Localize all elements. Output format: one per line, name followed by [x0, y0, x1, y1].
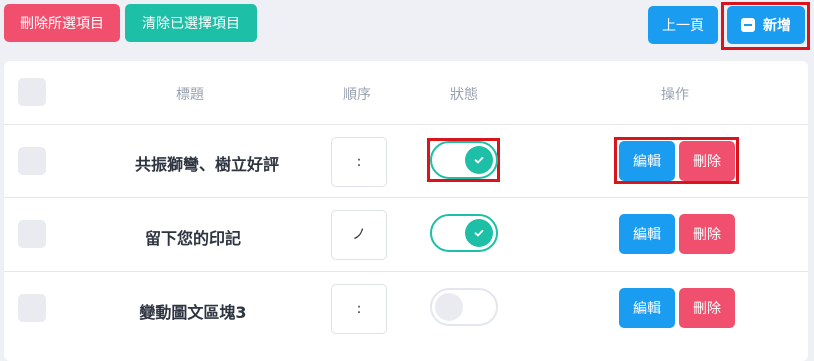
header-actions: 操作: [661, 87, 689, 103]
delete-button[interactable]: 刪除: [679, 214, 735, 254]
select-all-checkbox[interactable]: [18, 78, 46, 106]
delete-button[interactable]: 刪除: [679, 288, 735, 328]
status-toggle[interactable]: [430, 141, 498, 179]
check-icon: [465, 146, 493, 174]
add-new-label: 新增: [763, 18, 791, 34]
add-icon: [741, 18, 755, 32]
toggle-knob: [435, 293, 463, 321]
row-checkbox[interactable]: [18, 220, 46, 248]
header-order: 順序: [343, 87, 371, 103]
row-title: 變動圖文區塊3: [139, 303, 247, 322]
order-input[interactable]: :: [331, 284, 387, 334]
order-input[interactable]: :: [331, 137, 387, 187]
delete-selected-button[interactable]: 刪除所選項目: [4, 4, 120, 42]
row-title: 留下您的印記: [144, 229, 241, 248]
status-toggle[interactable]: [430, 214, 498, 252]
row-checkbox[interactable]: [18, 147, 46, 175]
delete-button[interactable]: 刪除: [679, 141, 735, 181]
edit-button[interactable]: 編輯: [619, 141, 675, 181]
edit-button[interactable]: 編輯: [619, 214, 675, 254]
check-icon: [465, 219, 493, 247]
edit-button[interactable]: 編輯: [619, 288, 675, 328]
order-input[interactable]: ノ: [331, 210, 387, 260]
add-new-button[interactable]: 新增: [727, 6, 805, 44]
row-divider: [4, 271, 808, 272]
header-status: 狀態: [450, 87, 478, 103]
status-toggle[interactable]: [430, 288, 498, 326]
row-divider: [4, 197, 808, 198]
prev-page-button[interactable]: 上一頁: [648, 6, 718, 44]
row-divider: [4, 124, 808, 125]
row-checkbox[interactable]: [18, 294, 46, 322]
clear-selected-button[interactable]: 清除已選擇項目: [125, 4, 257, 42]
row-title: 共振獅彎、樹立好評: [134, 155, 279, 174]
header-title: 標題: [176, 87, 204, 103]
